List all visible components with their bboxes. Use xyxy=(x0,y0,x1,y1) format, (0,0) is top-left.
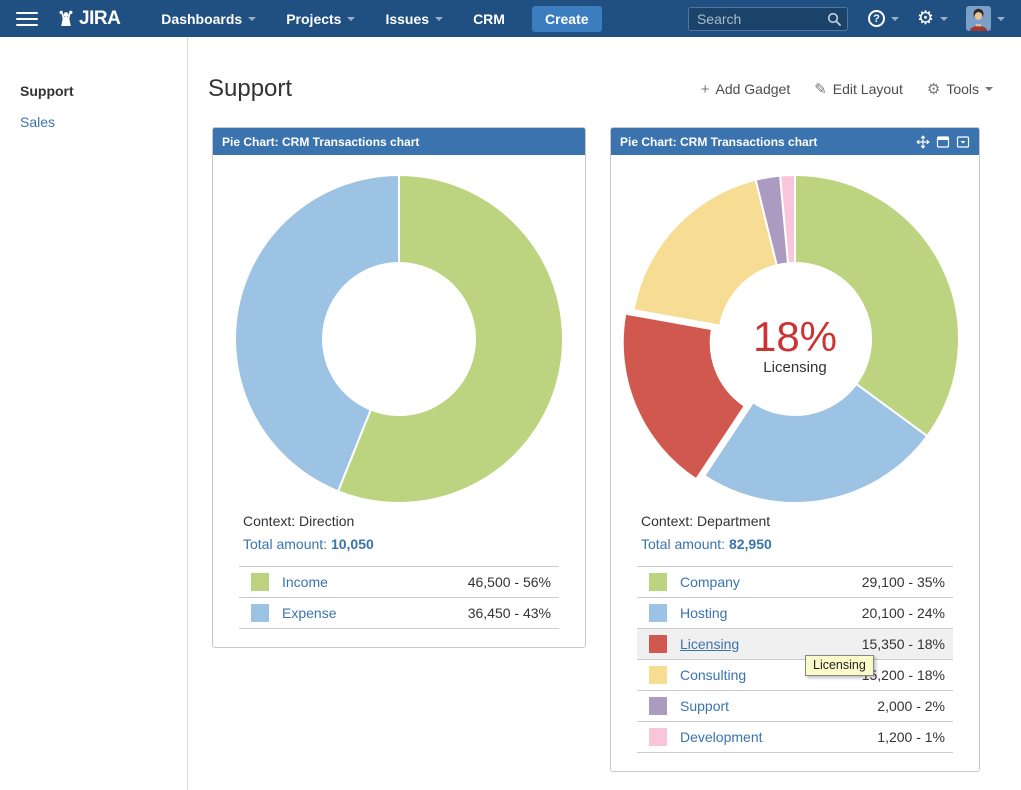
chart-context: Context: Department xyxy=(641,513,949,529)
help-menu[interactable]: ? xyxy=(868,10,899,27)
total-value: 82,950 xyxy=(729,536,772,552)
app-switcher-icon[interactable] xyxy=(16,8,38,30)
gadget-pie-chart-direction: Pie Chart: CRM Transactions chart Contex… xyxy=(212,127,586,648)
gear-icon: ⚙ xyxy=(917,9,934,28)
gadget-title: Pie Chart: CRM Transactions chart xyxy=(620,135,817,149)
chevron-down-icon xyxy=(248,17,256,21)
create-button[interactable]: Create xyxy=(532,6,602,32)
pie-slice-consulting[interactable] xyxy=(634,180,777,326)
dashboard-sidebar: Support Sales xyxy=(0,37,188,790)
user-profile-menu[interactable] xyxy=(966,6,1005,31)
chart-total: Total amount: 82,950 xyxy=(641,536,949,552)
legend-row-company[interactable]: Company29,100 - 35% xyxy=(637,566,953,597)
total-value: 10,050 xyxy=(331,536,374,552)
total-label: Total amount: xyxy=(641,536,725,552)
maximize-gadget-icon[interactable] xyxy=(936,135,950,149)
search-icon[interactable] xyxy=(827,12,841,26)
admin-settings-menu[interactable]: ⚙ xyxy=(917,9,948,28)
gear-icon: ⚙ xyxy=(927,82,940,97)
chevron-down-icon xyxy=(435,17,443,21)
center-percent-label: 18% xyxy=(753,313,837,360)
legend-label-link[interactable]: Income xyxy=(282,574,468,590)
edit-layout-button[interactable]: ✎Edit Layout xyxy=(814,81,903,97)
legend-value: 2,000 - 2% xyxy=(877,698,945,714)
dashboard-main: Support +Add Gadget ✎Edit Layout ⚙Tools Pi… xyxy=(188,37,1021,790)
legend-row-support[interactable]: Support2,000 - 2% xyxy=(637,690,953,721)
gadget-header[interactable]: Pie Chart: CRM Transactions chart xyxy=(213,128,585,155)
chevron-down-icon xyxy=(347,17,355,21)
logo-text: JIRA xyxy=(79,8,120,30)
chart-legend: Income46,500 - 56%Expense36,450 - 43% xyxy=(239,566,559,629)
legend-swatch xyxy=(649,604,667,622)
gadget-header[interactable]: Pie Chart: CRM Transactions chart xyxy=(611,128,979,155)
nav-item-issues[interactable]: Issues xyxy=(385,11,443,27)
legend-label-link[interactable]: Licensing xyxy=(680,636,862,652)
gadget-menu-dropdown-icon[interactable] xyxy=(956,135,970,149)
legend-swatch xyxy=(251,573,269,591)
legend-swatch xyxy=(649,728,667,746)
nav-item-crm[interactable]: CRM xyxy=(473,11,505,27)
legend-value: 15,200 - 18% xyxy=(862,667,945,683)
slice-tooltip: Licensing xyxy=(805,655,874,676)
legend-row-income[interactable]: Income46,500 - 56% xyxy=(239,566,559,597)
user-avatar xyxy=(966,6,991,31)
chevron-down-icon xyxy=(985,87,993,91)
legend-swatch xyxy=(251,604,269,622)
legend-value: 29,100 - 35% xyxy=(862,574,945,590)
legend-swatch xyxy=(649,697,667,715)
pie-slice-company[interactable] xyxy=(795,175,959,436)
add-gadget-button[interactable]: +Add Gadget xyxy=(701,81,791,97)
plus-icon: + xyxy=(701,82,710,97)
legend-label-link[interactable]: Company xyxy=(680,574,862,590)
sidebar-item-sales[interactable]: Sales xyxy=(20,114,187,130)
legend-swatch xyxy=(649,666,667,684)
gadget-pie-chart-department: Pie Chart: CRM Transactions chart xyxy=(610,127,980,772)
chart-total: Total amount: 10,050 xyxy=(243,536,555,552)
tools-button[interactable]: ⚙Tools xyxy=(927,81,993,97)
search-input[interactable] xyxy=(688,7,848,31)
total-label: Total amount: xyxy=(243,536,327,552)
legend-row-expense[interactable]: Expense36,450 - 43% xyxy=(239,597,559,629)
legend-swatch xyxy=(649,573,667,591)
top-navbar: JIRA DashboardsProjectsIssuesCRM Create … xyxy=(0,0,1021,37)
legend-label-link[interactable]: Expense xyxy=(282,605,468,621)
legend-value: 1,200 - 1% xyxy=(877,729,945,745)
page-title: Support xyxy=(208,75,292,103)
legend-value: 15,350 - 18% xyxy=(862,636,945,652)
sidebar-item-support[interactable]: Support xyxy=(20,83,187,99)
legend-row-consulting[interactable]: Consulting15,200 - 18% xyxy=(637,659,953,690)
legend-row-hosting[interactable]: Hosting20,100 - 24% xyxy=(637,597,953,628)
gadget-title: Pie Chart: CRM Transactions chart xyxy=(222,135,419,149)
legend-value: 46,500 - 56% xyxy=(468,574,551,590)
chevron-down-icon xyxy=(891,17,899,21)
legend-row-development[interactable]: Development1,200 - 1% xyxy=(637,721,953,753)
help-icon: ? xyxy=(868,10,885,27)
legend-label-link[interactable]: Support xyxy=(680,698,877,714)
nav-item-projects[interactable]: Projects xyxy=(286,11,355,27)
legend-label-link[interactable]: Hosting xyxy=(680,605,862,621)
jira-logo[interactable]: JIRA xyxy=(56,8,120,30)
chevron-down-icon xyxy=(940,17,948,21)
nav-item-dashboards[interactable]: Dashboards xyxy=(161,11,256,27)
donut-chart-department: 18%Licensing xyxy=(611,171,979,507)
legend-swatch xyxy=(649,635,667,653)
donut-chart-direction xyxy=(213,171,585,507)
legend-value: 20,100 - 24% xyxy=(862,605,945,621)
pencil-icon: ✎ xyxy=(814,82,827,97)
tooltip-text: Licensing xyxy=(813,658,866,672)
dashboard-actions: +Add Gadget ✎Edit Layout ⚙Tools xyxy=(677,81,993,97)
center-segment-label: Licensing xyxy=(763,359,826,376)
navbar-right: ? ⚙ xyxy=(688,6,1009,31)
legend-row-licensing[interactable]: Licensing15,350 - 18% xyxy=(637,628,953,659)
chart-context: Context: Direction xyxy=(243,513,555,529)
chevron-down-icon xyxy=(997,17,1005,21)
move-gadget-icon[interactable] xyxy=(916,135,930,149)
search-box xyxy=(688,7,848,31)
legend-label-link[interactable]: Development xyxy=(680,729,877,745)
main-nav-menu: Dashboards Projects Issues CRM xyxy=(146,11,520,27)
chart-legend: Company29,100 - 35%Hosting20,100 - 24%Li… xyxy=(637,566,953,753)
jira-mark-icon xyxy=(56,9,76,29)
gadget-row: Pie Chart: CRM Transactions chart Contex… xyxy=(208,127,993,772)
legend-value: 36,450 - 43% xyxy=(468,605,551,621)
